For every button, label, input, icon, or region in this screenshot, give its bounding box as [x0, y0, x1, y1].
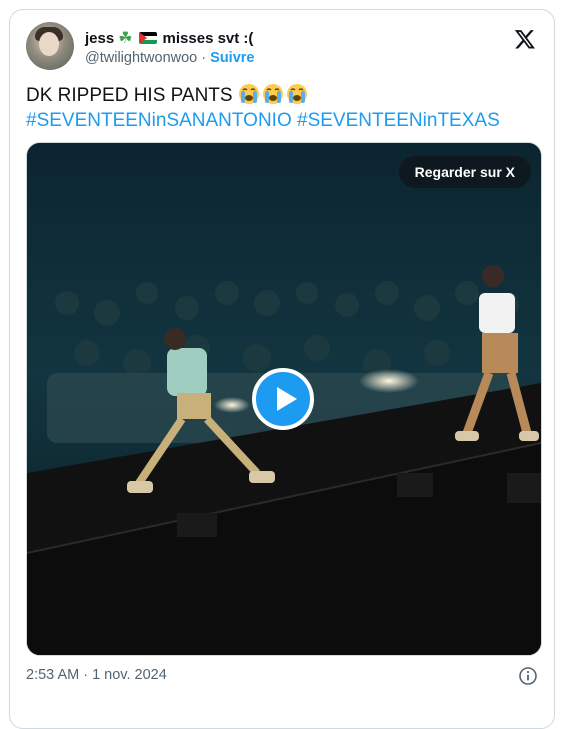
separator: · — [201, 50, 207, 66]
author-handle-row: @twilightwonwoo · Suivre — [85, 50, 255, 66]
x-logo-icon[interactable] — [514, 28, 536, 50]
info-icon[interactable] — [518, 666, 538, 686]
tweet-card: jess ☘ misses svt :( @twilightwonwoo · S… — [9, 9, 555, 729]
four-leaf-clover-icon: ☘ — [118, 30, 133, 47]
video-player[interactable]: Regarder sur X — [26, 142, 542, 656]
avatar[interactable] — [26, 22, 74, 70]
tweet-text: DK RIPPED HIS PANTS #SEVENTEENinSANANTON… — [26, 83, 546, 133]
play-button[interactable] — [252, 368, 314, 430]
loudly-crying-face-icon — [238, 84, 259, 104]
follow-button[interactable]: Suivre — [210, 50, 254, 66]
hashtags[interactable]: #SEVENTEENinSANANTONIO #SEVENTEENinTEXAS — [26, 108, 546, 133]
loudly-crying-face-icon — [262, 84, 283, 104]
tweet-body: DK RIPPED HIS PANTS — [26, 85, 233, 106]
loudly-crying-face-icon — [286, 84, 307, 104]
tweet-timestamp[interactable]: 2:53 AM · 1 nov. 2024 — [26, 667, 167, 683]
play-icon — [277, 387, 297, 411]
author-name-row[interactable]: jess ☘ misses svt :( — [85, 28, 253, 48]
author-handle[interactable]: @twilightwonwoo — [85, 50, 197, 66]
watch-on-x-button[interactable]: Regarder sur X — [398, 156, 531, 188]
author-display-name[interactable]: jess — [85, 30, 114, 47]
author-name-suffix[interactable]: misses svt :( — [163, 30, 254, 47]
palestine-flag-icon — [138, 32, 157, 44]
